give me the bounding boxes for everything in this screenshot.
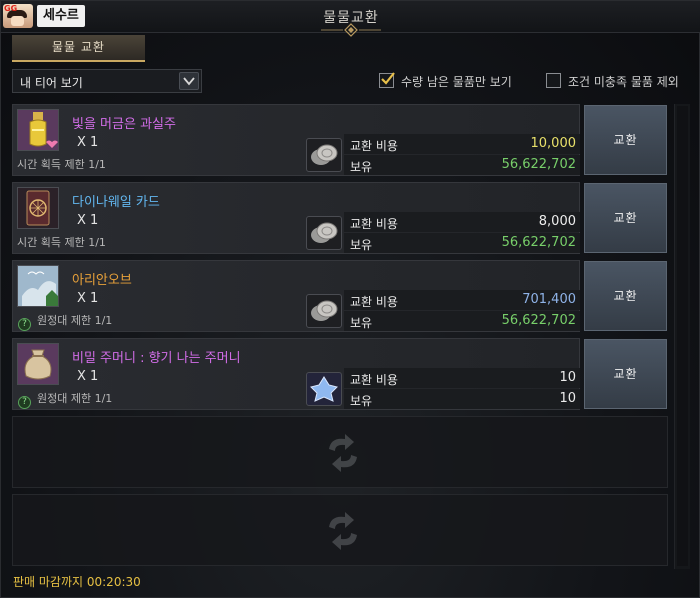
checkbox-checked-icon[interactable] bbox=[379, 72, 395, 88]
user-name: 세수르 bbox=[37, 5, 85, 27]
dropdown-value: 내 티어 보기 bbox=[20, 76, 83, 90]
list-item: 비밀 주머니 : 향기 나는 주머니 X 1 ? 원정대 제한 1/1 교환 비용… bbox=[12, 338, 580, 410]
card-icon bbox=[17, 187, 59, 229]
owned-value: 10 bbox=[559, 391, 576, 406]
orb-icon bbox=[17, 265, 59, 307]
cost-value: 8,000 bbox=[538, 214, 576, 229]
owned-label: 보유 bbox=[350, 238, 373, 252]
owned-value: 56,622,702 bbox=[501, 157, 576, 172]
list-item: 빛을 머금은 과실주 X 1 시간 획득 제한 1/1 교환 비용 10,000… bbox=[12, 104, 580, 176]
cost-value: 701,400 bbox=[522, 292, 576, 307]
chevron-down-icon[interactable] bbox=[179, 72, 199, 90]
list-item: 아리안오브 X 1 ? 원정대 제한 1/1 교환 비용 701,400 보유 5… bbox=[12, 260, 580, 332]
cost-line: 교환 비용 10 bbox=[344, 368, 580, 388]
cost-table: 교환 비용 10,000 보유 56,622,702 bbox=[344, 132, 580, 176]
owned-label: 보유 bbox=[350, 394, 373, 408]
pouch-icon bbox=[17, 343, 59, 385]
item-name: 비밀 주머니 : 향기 나는 주머니 bbox=[72, 351, 241, 366]
tab-barter[interactable]: 물물 교환 bbox=[12, 35, 145, 62]
checkbox-unchecked-icon[interactable] bbox=[546, 73, 561, 88]
silver-coin-icon bbox=[306, 294, 342, 328]
cost-line: 교환 비용 701,400 bbox=[344, 290, 580, 310]
owned-line: 보유 10 bbox=[344, 389, 580, 409]
scrollbar-thumb[interactable] bbox=[677, 106, 688, 566]
avatar-badge: GG bbox=[4, 4, 18, 13]
empty-slot bbox=[12, 416, 668, 488]
owned-value: 56,622,702 bbox=[501, 235, 576, 250]
barter-item-list: 빛을 머금은 과실주 X 1 시간 획득 제한 1/1 교환 비용 10,000… bbox=[12, 104, 672, 569]
exchange-button[interactable]: 교환 bbox=[584, 183, 667, 253]
item-quantity: X 1 bbox=[77, 213, 99, 228]
item-name: 아리안오브 bbox=[72, 273, 132, 288]
empty-slot bbox=[12, 494, 668, 566]
owned-label: 보유 bbox=[350, 160, 373, 174]
owned-value: 56,622,702 bbox=[501, 313, 576, 328]
owned-label: 보유 bbox=[350, 316, 373, 330]
item-limit: 시간 획득 제한 1/1 bbox=[17, 158, 106, 171]
list-scrollbar[interactable] bbox=[674, 104, 690, 569]
silver-coin-icon bbox=[306, 138, 342, 172]
checkbox-remaining-only[interactable]: 수량 남은 물품만 보기 bbox=[379, 72, 529, 91]
swap-icon bbox=[329, 512, 357, 550]
avatar-face bbox=[11, 16, 24, 26]
title-ornament-icon bbox=[321, 23, 381, 37]
cost-value: 10 bbox=[559, 370, 576, 385]
avatar: GG bbox=[3, 4, 33, 28]
title-bar[interactable]: 물물교환 GG 세수르 bbox=[1, 1, 700, 37]
sale-deadline-timer: 판매 마감까지 00:20:30 bbox=[13, 575, 141, 589]
item-limit: 시간 획득 제한 1/1 bbox=[17, 236, 106, 249]
item-name: 다이나웨일 카드 bbox=[72, 195, 160, 210]
cost-value: 10,000 bbox=[530, 136, 577, 151]
cost-line: 교환 비용 8,000 bbox=[344, 212, 580, 232]
cost-table: 교환 비용 8,000 보유 56,622,702 bbox=[344, 210, 580, 254]
owned-line: 보유 56,622,702 bbox=[344, 311, 580, 331]
checkbox-remaining-label: 수량 남은 물품만 보기 bbox=[401, 75, 512, 89]
exchange-button[interactable]: 교환 bbox=[584, 261, 667, 331]
item-quantity: X 1 bbox=[77, 135, 99, 150]
item-limit: ? 원정대 제한 1/1 bbox=[18, 312, 112, 331]
exchange-button[interactable]: 교환 bbox=[584, 105, 667, 175]
help-icon[interactable]: ? bbox=[18, 396, 31, 409]
list-item: 다이나웨일 카드 X 1 시간 획득 제한 1/1 교환 비용 8,000 보유… bbox=[12, 182, 580, 254]
checkbox-exclude-unmet[interactable]: 조건 미충족 물품 제외 bbox=[546, 73, 696, 91]
checkbox-unmet-label: 조건 미충족 물품 제외 bbox=[568, 75, 679, 89]
item-quantity: X 1 bbox=[77, 369, 99, 384]
swap-icon bbox=[329, 434, 357, 472]
cost-label: 교환 비용 bbox=[350, 373, 398, 387]
cost-table: 교환 비용 10 보유 10 bbox=[344, 366, 580, 410]
item-name: 빛을 머금은 과실주 bbox=[72, 117, 176, 132]
cost-label: 교환 비용 bbox=[350, 217, 398, 231]
owned-line: 보유 56,622,702 bbox=[344, 155, 580, 175]
fruit-wine-icon bbox=[17, 109, 59, 151]
cost-line: 교환 비용 10,000 bbox=[344, 134, 580, 154]
item-limit-text: 원정대 제한 1/1 bbox=[37, 392, 113, 405]
silver-coin-icon bbox=[306, 216, 342, 250]
cost-table: 교환 비용 701,400 보유 56,622,702 bbox=[344, 288, 580, 332]
cost-label: 교환 비용 bbox=[350, 295, 398, 309]
cost-label: 교환 비용 bbox=[350, 139, 398, 153]
item-limit-text: 원정대 제한 1/1 bbox=[37, 314, 113, 327]
help-icon[interactable]: ? bbox=[18, 318, 31, 331]
item-limit: ? 원정대 제한 1/1 bbox=[18, 390, 112, 409]
barter-window: 물물교환 GG 세수르 물물 교환 내 티어 보기 수량 남은 물품만 보기 조… bbox=[0, 0, 700, 598]
item-quantity: X 1 bbox=[77, 291, 99, 306]
crystal-flower-icon bbox=[306, 372, 342, 406]
owned-line: 보유 56,622,702 bbox=[344, 233, 580, 253]
tier-filter-dropdown[interactable]: 내 티어 보기 bbox=[12, 69, 202, 93]
exchange-button[interactable]: 교환 bbox=[584, 339, 667, 409]
